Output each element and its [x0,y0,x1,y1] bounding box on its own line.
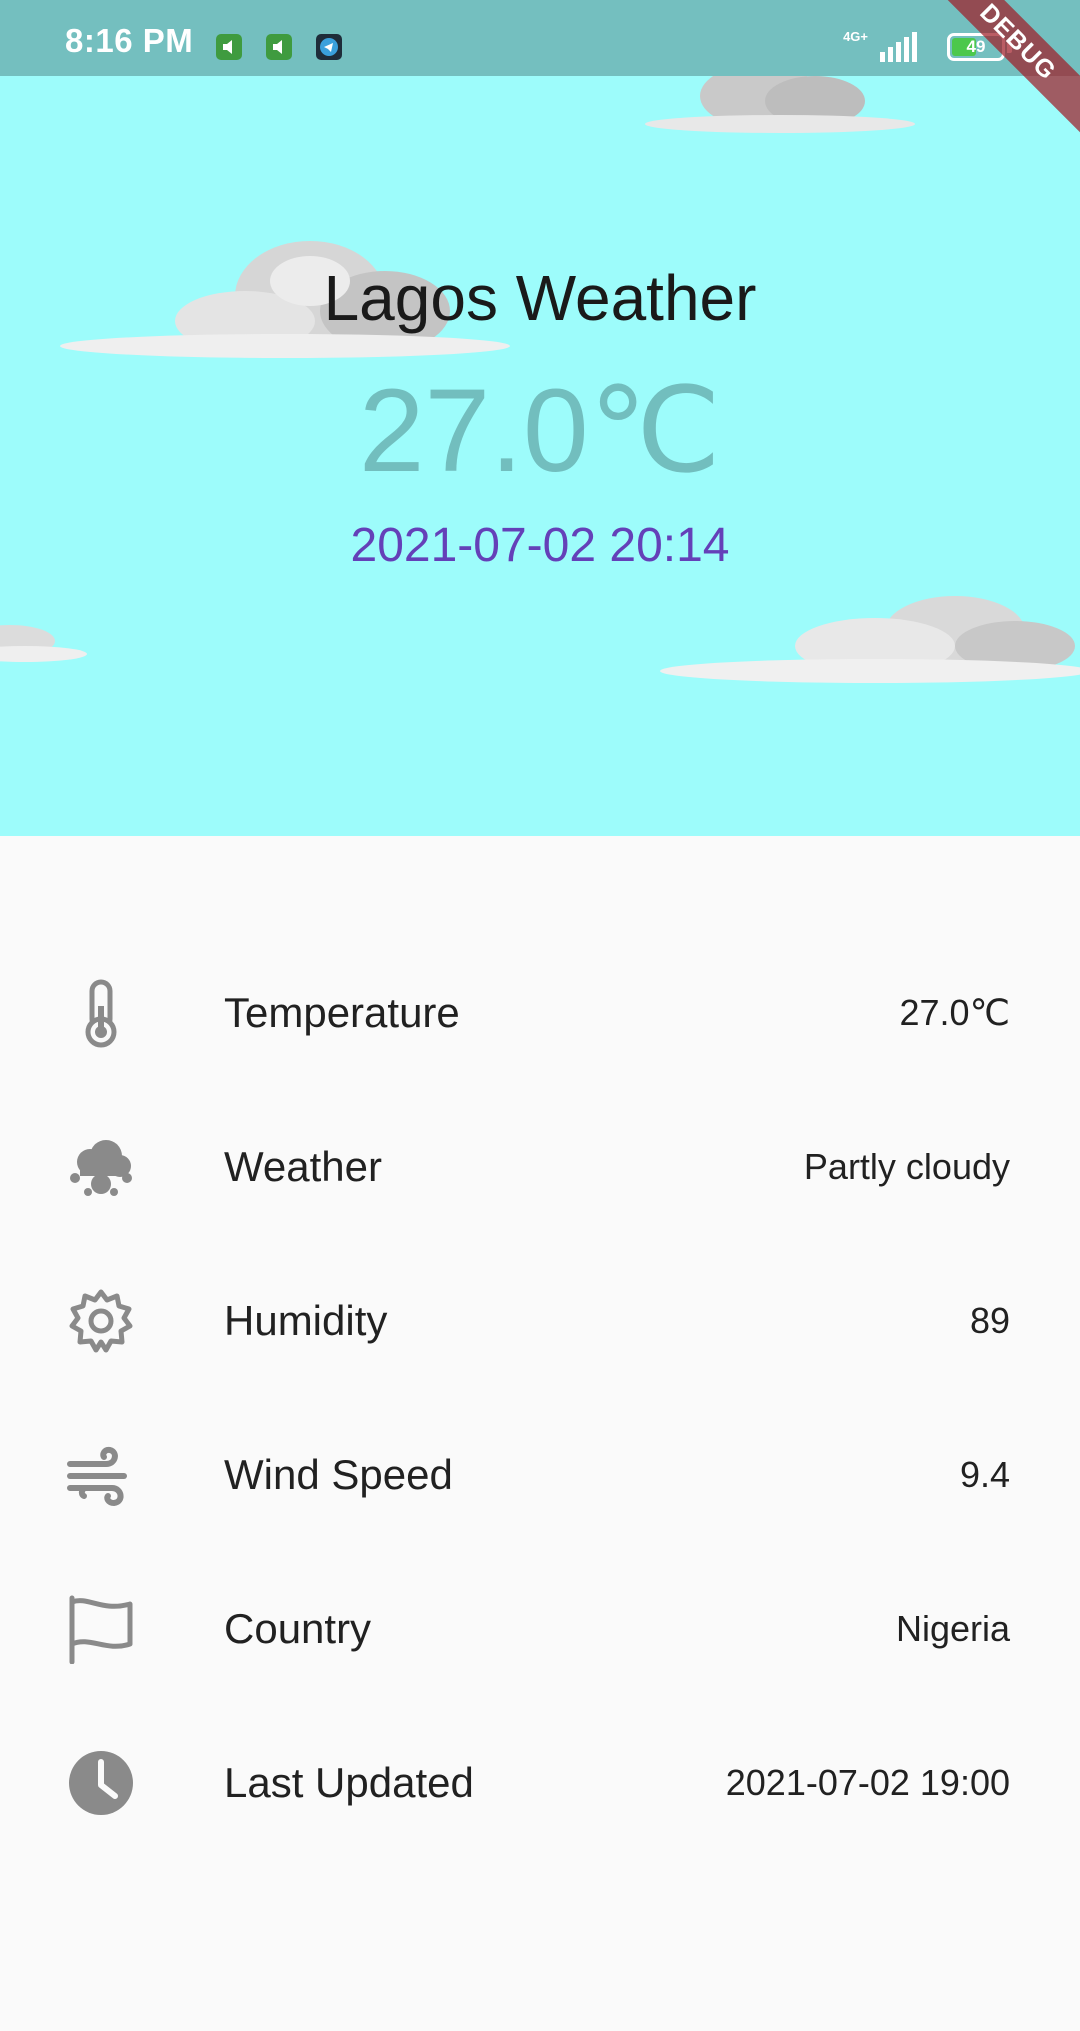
detail-label: Last Updated [224,1759,474,1806]
detail-value: 89 [969,1300,1010,1341]
detail-value: 27.0℃ [899,992,1011,1033]
cloud-weather-icon [66,1132,136,1202]
current-temperature: 27.0℃ [358,365,722,497]
city-title: Lagos Weather [323,262,757,334]
detail-value: Nigeria [895,1608,1010,1649]
detail-row-humidity: Humidity 89 [0,1244,1080,1398]
local-time: 2021-07-02 20:14 [350,519,730,572]
detail-value: Partly cloudy [803,1146,1010,1187]
network-type: 4G+ [843,29,868,44]
detail-label: Temperature [224,989,460,1036]
clock-icon [66,1748,136,1818]
detail-value: 9.4 [959,1454,1010,1495]
cloud-image [0,625,87,662]
wind-icon [66,1440,136,1510]
gear-icon [66,1286,136,1356]
detail-row-weather: Weather Partly cloudy [0,1090,1080,1244]
status-time: 8:16 PM [65,22,194,59]
signal-icon [878,32,918,67]
detail-label: Wind Speed [224,1451,453,1498]
detail-value: 2021-07-02 19:00 [725,1762,1010,1803]
cloud-image [645,76,915,133]
detail-label: Humidity [224,1297,388,1344]
notification-sound-icon [216,34,242,60]
detail-row-temperature: Temperature 27.0℃ [0,936,1080,1090]
detail-row-wind-speed: Wind Speed 9.4 [0,1398,1080,1552]
status-bar: 8:16 PM 4G+ 49 [0,0,1080,76]
cloud-image [660,596,1080,683]
detail-row-country: Country Nigeria [0,1552,1080,1706]
detail-label: Weather [224,1143,382,1190]
detail-row-last-updated: Last Updated 2021-07-02 19:00 [0,1706,1080,1860]
telegram-icon [316,34,342,60]
detail-label: Country [224,1605,372,1652]
flag-icon [66,1594,136,1665]
notification-sound-icon [266,34,292,60]
thermometer-icon [66,978,136,1048]
